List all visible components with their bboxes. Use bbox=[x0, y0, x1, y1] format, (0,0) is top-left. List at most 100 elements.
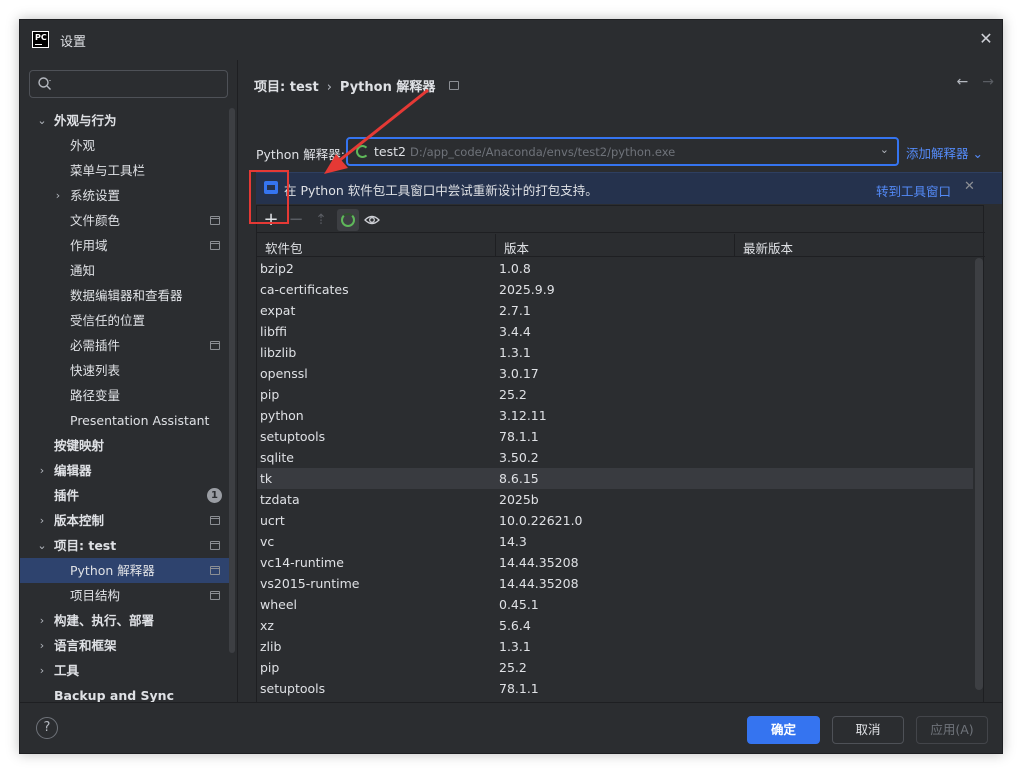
table-row[interactable]: pip 25.2 bbox=[257, 384, 973, 405]
package-version-cell: 8.6.15 bbox=[499, 471, 539, 486]
sidebar-item[interactable]: 路径变量 bbox=[20, 383, 230, 408]
table-row[interactable]: expat 2.7.1 bbox=[257, 300, 973, 321]
sidebar-item[interactable]: › 构建、执行、部署 bbox=[20, 608, 230, 633]
table-row[interactable]: ucrt 10.0.22621.0 bbox=[257, 510, 973, 531]
package-name-cell: vc bbox=[260, 534, 275, 549]
close-icon[interactable]: ✕ bbox=[977, 30, 995, 48]
table-row[interactable]: libzlib 1.3.1 bbox=[257, 342, 973, 363]
column-divider bbox=[495, 234, 496, 257]
chevron-right-icon[interactable]: › bbox=[52, 183, 64, 208]
packages-panel: + − ⇡ 软件包 版本 最新版本 bzip2 1.0.8 ca-certifica… bbox=[256, 205, 985, 705]
apply-button[interactable]: 应用(A) bbox=[916, 716, 988, 744]
package-name-cell: ca-certificates bbox=[260, 282, 349, 297]
table-row[interactable]: openssl 3.0.17 bbox=[257, 363, 973, 384]
sidebar-item[interactable]: Presentation Assistant bbox=[20, 408, 230, 433]
table-row[interactable]: tk 8.6.15 bbox=[257, 468, 973, 489]
chevron-right-icon[interactable]: › bbox=[36, 458, 48, 483]
table-row[interactable]: vc14-runtime 14.44.35208 bbox=[257, 552, 973, 573]
settings-search-box[interactable] bbox=[29, 70, 228, 98]
banner-close-icon[interactable]: ✕ bbox=[964, 179, 975, 194]
table-row[interactable]: xz 5.6.4 bbox=[257, 615, 973, 636]
help-icon[interactable]: ? bbox=[36, 717, 58, 739]
sidebar-item[interactable]: › 编辑器 bbox=[20, 458, 230, 483]
table-row[interactable]: libffi 3.4.4 bbox=[257, 321, 973, 342]
sidebar-item[interactable]: 项目结构 bbox=[20, 583, 230, 608]
sidebar-item[interactable]: 文件颜色 bbox=[20, 208, 230, 233]
table-row[interactable]: zlib 1.3.1 bbox=[257, 636, 973, 657]
package-version-cell: 2025.9.9 bbox=[499, 282, 555, 297]
chevron-right-icon[interactable]: › bbox=[36, 633, 48, 658]
sidebar-item[interactable]: 受信任的位置 bbox=[20, 308, 230, 333]
banner-link[interactable]: 转到工具窗口 bbox=[876, 181, 951, 200]
chevron-right-icon[interactable]: › bbox=[36, 508, 48, 533]
title-bar: PC 设置 ✕ bbox=[20, 20, 1002, 60]
eye-icon[interactable] bbox=[364, 212, 380, 228]
window-title: 设置 bbox=[60, 35, 87, 50]
sidebar-item[interactable]: 通知 bbox=[20, 258, 230, 283]
add-interpreter-link[interactable]: 添加解释器 ⌄ bbox=[906, 143, 983, 162]
package-version-cell: 1.3.1 bbox=[499, 345, 531, 360]
table-row[interactable]: python 3.12.11 bbox=[257, 405, 973, 426]
package-name-cell: vs2015-runtime bbox=[260, 576, 360, 591]
sidebar-scrollbar[interactable] bbox=[229, 108, 235, 653]
sidebar-item[interactable]: Python 解释器 bbox=[20, 558, 230, 583]
sidebar-item-label: 项目: test bbox=[54, 538, 117, 553]
forward-arrow-icon[interactable]: → bbox=[982, 74, 994, 90]
sidebar-item[interactable]: 快速列表 bbox=[20, 358, 230, 383]
sidebar-item[interactable]: › 工具 bbox=[20, 658, 230, 683]
package-name-cell: wheel bbox=[260, 597, 297, 612]
upgrade-package-button[interactable]: ⇡ bbox=[310, 209, 332, 231]
package-version-cell: 5.6.4 bbox=[499, 618, 531, 633]
table-row[interactable]: setuptools 78.1.1 bbox=[257, 426, 973, 447]
search-input[interactable] bbox=[60, 75, 220, 93]
project-scope-icon bbox=[210, 341, 220, 350]
table-row[interactable]: ca-certificates 2025.9.9 bbox=[257, 279, 973, 300]
package-name-cell: tzdata bbox=[260, 492, 300, 507]
sidebar-item-label: 语言和框架 bbox=[54, 638, 117, 653]
sidebar-item[interactable]: 菜单与工具栏 bbox=[20, 158, 230, 183]
table-row[interactable]: bzip2 1.0.8 bbox=[257, 258, 973, 279]
package-name-cell: libffi bbox=[260, 324, 287, 339]
sidebar-item[interactable]: 作用域 bbox=[20, 233, 230, 258]
table-row[interactable]: tzdata 2025b bbox=[257, 489, 973, 510]
sidebar-item[interactable]: › 系统设置 bbox=[20, 183, 230, 208]
sidebar-item[interactable]: 必需插件 bbox=[20, 333, 230, 358]
table-row[interactable]: wheel 0.45.1 bbox=[257, 594, 973, 615]
project-scope-icon bbox=[210, 516, 220, 525]
refresh-button[interactable] bbox=[337, 209, 359, 231]
chevron-right-icon[interactable]: › bbox=[36, 608, 48, 633]
ok-button[interactable]: 确定 bbox=[747, 716, 820, 744]
column-header-latest[interactable]: 最新版本 bbox=[743, 238, 793, 257]
table-row[interactable]: vc 14.3 bbox=[257, 531, 973, 552]
table-row[interactable]: setuptools 78.1.1 bbox=[257, 678, 973, 699]
package-name-cell: pip bbox=[260, 660, 280, 675]
table-row[interactable]: sqlite 3.50.2 bbox=[257, 447, 973, 468]
table-row[interactable]: pip 25.2 bbox=[257, 657, 973, 678]
sidebar-item[interactable]: 数据编辑器和查看器 bbox=[20, 283, 230, 308]
breadcrumb-project[interactable]: 项目: test bbox=[254, 80, 319, 95]
sidebar-item[interactable]: › 版本控制 bbox=[20, 508, 230, 533]
chevron-right-icon[interactable]: › bbox=[36, 658, 48, 683]
column-header-package[interactable]: 软件包 bbox=[265, 238, 303, 257]
sidebar-item-label: 作用域 bbox=[70, 238, 108, 253]
table-row[interactable]: vs2015-runtime 14.44.35208 bbox=[257, 573, 973, 594]
sidebar-item[interactable]: 插件 1 bbox=[20, 483, 230, 508]
chevron-down-icon[interactable]: ⌄ bbox=[36, 108, 48, 133]
package-version-cell: 2025b bbox=[499, 492, 539, 507]
table-scrollbar[interactable] bbox=[975, 258, 983, 690]
sidebar-item[interactable]: ⌄ 项目: test bbox=[20, 533, 230, 558]
project-scope-icon bbox=[210, 541, 220, 550]
sidebar-item[interactable]: ⌄ 外观与行为 bbox=[20, 108, 230, 133]
sidebar-item-label: Presentation Assistant bbox=[70, 413, 210, 428]
sidebar-item-label: 必需插件 bbox=[70, 338, 121, 353]
sidebar-item[interactable]: 按键映射 bbox=[20, 433, 230, 458]
settings-sidebar: ⌄ 外观与行为 外观 菜单与工具栏 › 系统设置 文件颜色作用域通知 数据编辑器和查看器 受信任… bbox=[20, 60, 238, 703]
package-version-cell: 14.3 bbox=[499, 534, 527, 549]
cancel-button[interactable]: 取消 bbox=[832, 716, 904, 744]
chevron-down-icon[interactable]: ⌄ bbox=[36, 533, 48, 558]
back-arrow-icon[interactable]: ← bbox=[957, 74, 969, 90]
package-name-cell: libzlib bbox=[260, 345, 297, 360]
column-header-version[interactable]: 版本 bbox=[504, 238, 529, 257]
sidebar-item[interactable]: 外观 bbox=[20, 133, 230, 158]
sidebar-item[interactable]: › 语言和框架 bbox=[20, 633, 230, 658]
